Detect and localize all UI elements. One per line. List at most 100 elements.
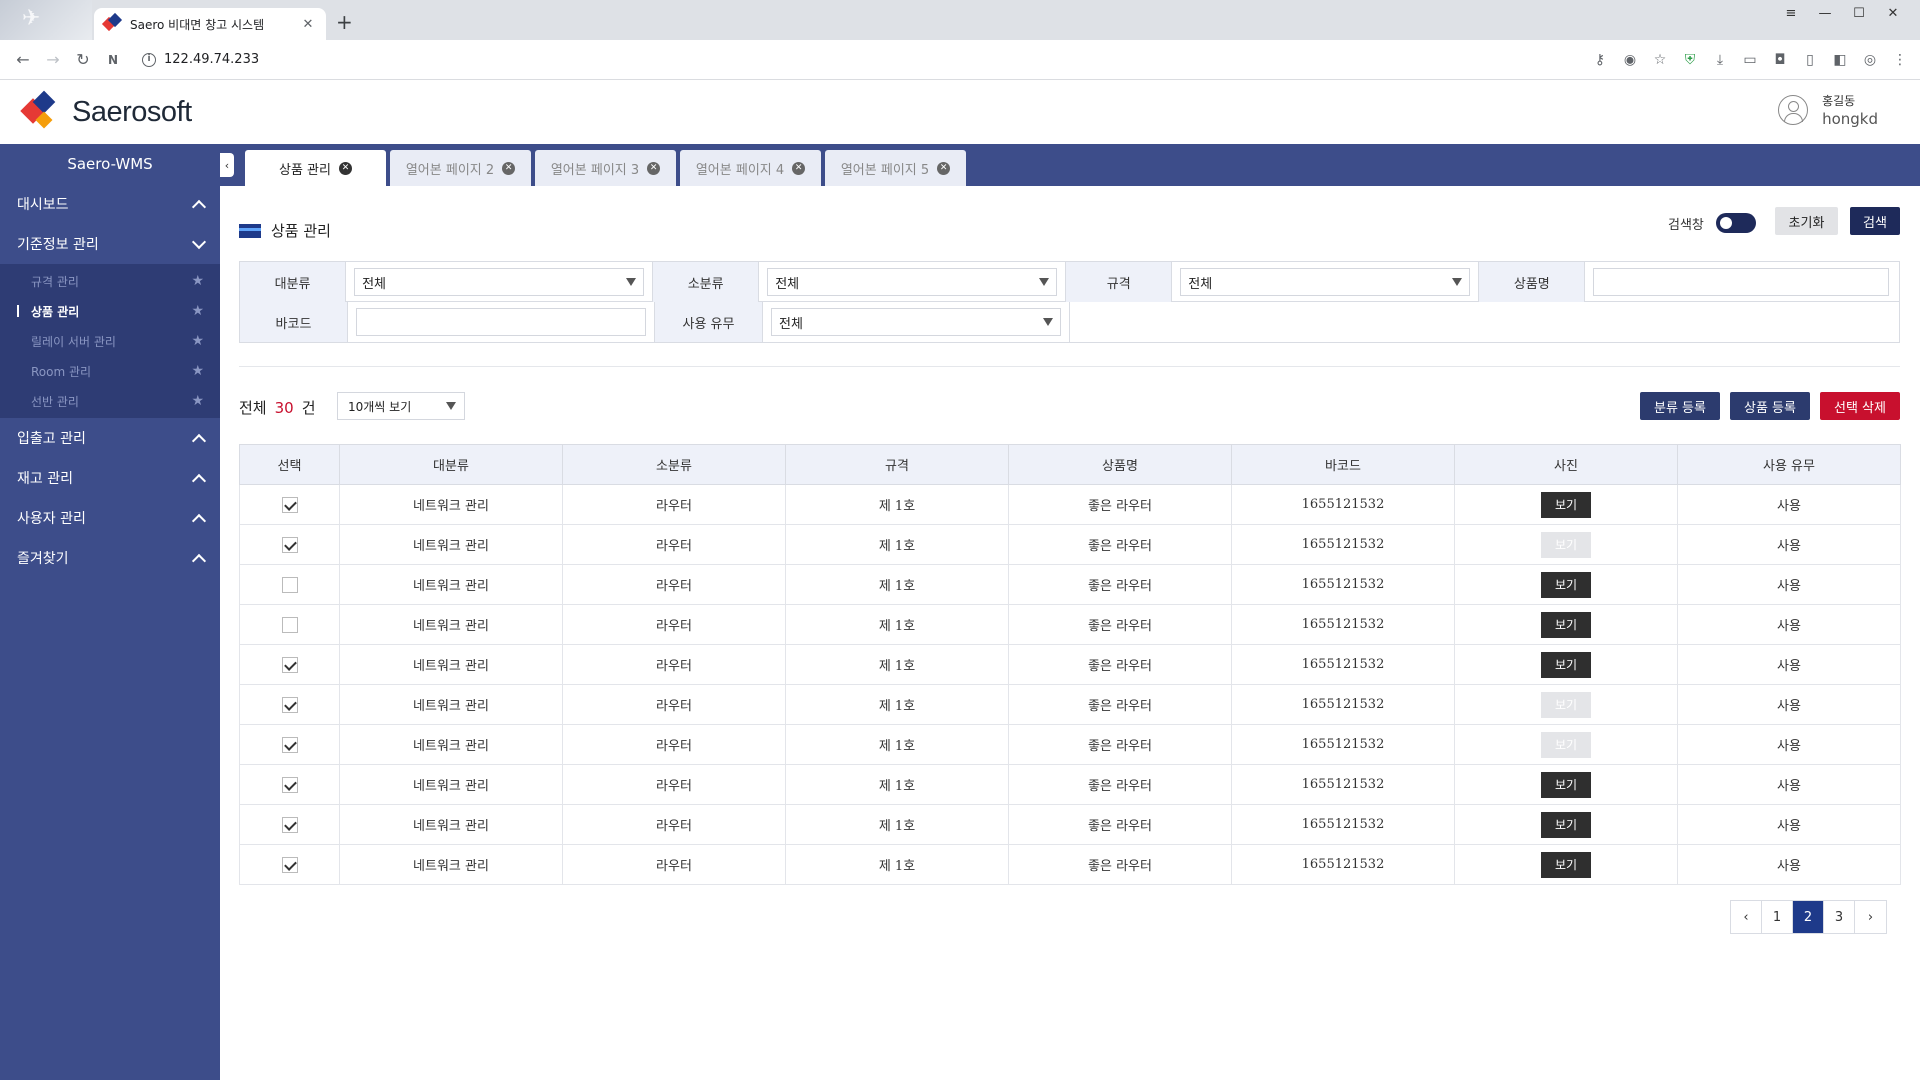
sidebar-item-inout[interactable]: 입출고 관리 [0, 418, 220, 458]
forward-icon[interactable]: → [38, 50, 68, 69]
close-tab-icon[interactable]: ✕ [502, 161, 516, 175]
tab-opened-page-4[interactable]: 열어본 페이지 4 ✕ [680, 150, 821, 186]
row-checkbox[interactable] [281, 696, 298, 713]
close-tab-icon[interactable]: ✕ [937, 161, 951, 175]
category-select[interactable]: 전체 [354, 268, 645, 296]
table-row[interactable]: 네트워크 관리 라우터 제 1호 좋은 라우터 1655121532 보기 사용 [239, 684, 1901, 725]
search-button[interactable]: 검색 [1850, 207, 1900, 235]
table-row[interactable]: 네트워크 관리 라우터 제 1호 좋은 라우터 1655121532 보기 사용 [239, 844, 1901, 885]
subcategory-select[interactable]: 전체 [767, 268, 1058, 296]
tab-product-management[interactable]: 상품 관리 ✕ [245, 150, 386, 186]
row-checkbox[interactable] [281, 856, 298, 873]
logo[interactable]: Saerosoft [20, 90, 192, 132]
tab-opened-page-5[interactable]: 열어본 페이지 5 ✕ [825, 150, 966, 186]
sidebar-item-favorites[interactable]: 즐겨찾기 [0, 538, 220, 578]
reset-button[interactable]: 초기화 [1775, 207, 1838, 235]
column-header-usage[interactable]: 사용 유무 [1677, 444, 1901, 485]
bookmark-star-icon[interactable]: ☆ [1652, 52, 1668, 68]
delete-selected-button[interactable]: 선택 삭제 [1820, 392, 1900, 420]
close-tab-icon[interactable]: ✕ [647, 161, 661, 175]
sidebar-collapse-button[interactable]: ‹ [220, 153, 234, 177]
back-icon[interactable]: ← [8, 50, 38, 69]
row-checkbox[interactable] [281, 656, 298, 673]
row-checkbox[interactable] [281, 776, 298, 793]
table-row[interactable]: 네트워크 관리 라우터 제 1호 좋은 라우터 1655121532 보기 사용 [239, 484, 1901, 525]
star-icon[interactable]: ★ [191, 273, 204, 289]
star-icon[interactable]: ★ [191, 393, 204, 409]
maximize-icon[interactable]: ☐ [1842, 2, 1876, 24]
view-photo-button[interactable]: 보기 [1541, 491, 1591, 518]
column-header-category[interactable]: 대분류 [339, 444, 563, 485]
column-header-spec[interactable]: 규격 [785, 444, 1009, 485]
reader-icon[interactable]: N [98, 53, 128, 67]
sidebar-subitem-room[interactable]: Room 관리 ★ [0, 356, 220, 386]
close-window-icon[interactable]: ✕ [1876, 2, 1910, 24]
inactive-browser-tab[interactable]: ✈ [0, 0, 92, 40]
profile-icon[interactable]: ◎ [1862, 52, 1878, 68]
reload-icon[interactable]: ↻ [68, 50, 98, 69]
download-icon[interactable]: ⤓ [1712, 52, 1728, 68]
spec-select[interactable]: 전체 [1180, 268, 1471, 296]
page-button-3[interactable]: 3 [1824, 901, 1855, 933]
view-photo-button[interactable]: 보기 [1541, 571, 1591, 598]
column-header-barcode[interactable]: 바코드 [1231, 444, 1455, 485]
product-name-input[interactable] [1593, 268, 1890, 296]
row-checkbox[interactable] [281, 576, 298, 593]
tab-opened-page-3[interactable]: 열어본 페이지 3 ✕ [535, 150, 676, 186]
tab-opened-page-2[interactable]: 열어본 페이지 2 ✕ [390, 150, 531, 186]
key-icon[interactable]: ⚷ [1592, 52, 1608, 68]
view-photo-button[interactable]: 보기 [1541, 851, 1591, 878]
table-row[interactable]: 네트워크 관리 라우터 제 1호 좋은 라우터 1655121532 보기 사용 [239, 524, 1901, 565]
star-icon[interactable]: ★ [191, 303, 204, 319]
shield-icon[interactable]: ⛨ [1682, 52, 1698, 68]
page-button-1[interactable]: 1 [1762, 901, 1793, 933]
browser-tab-active[interactable]: Saero 비대면 창고 시스템 ✕ [94, 8, 326, 40]
table-row[interactable]: 네트워크 관리 라우터 제 1호 좋은 라우터 1655121532 보기 사용 [239, 644, 1901, 685]
extension-icon[interactable]: ◉ [1622, 52, 1638, 68]
table-row[interactable]: 네트워크 관리 라우터 제 1호 좋은 라우터 1655121532 보기 사용 [239, 764, 1901, 805]
view-photo-button[interactable]: 보기 [1541, 611, 1591, 638]
add-product-button[interactable]: 상품 등록 [1730, 392, 1810, 420]
tab-search-icon[interactable]: ≡ [1774, 2, 1808, 24]
view-photo-button[interactable]: 보기 [1541, 771, 1591, 798]
page-button-2[interactable]: 2 [1793, 901, 1824, 933]
reading-list-icon[interactable]: ▯ [1802, 52, 1818, 68]
add-category-button[interactable]: 분류 등록 [1640, 392, 1720, 420]
view-photo-button[interactable]: 보기 [1541, 651, 1591, 678]
close-tab-icon[interactable]: ✕ [792, 161, 806, 175]
row-checkbox[interactable] [281, 616, 298, 633]
row-checkbox[interactable] [281, 496, 298, 513]
minimize-icon[interactable]: — [1808, 2, 1842, 24]
prev-page-button[interactable]: ‹ [1731, 901, 1762, 933]
column-header-product-name[interactable]: 상품명 [1008, 444, 1232, 485]
usage-select[interactable]: 전체 [771, 308, 1061, 336]
column-header-subcategory[interactable]: 소분류 [562, 444, 786, 485]
table-row[interactable]: 네트워크 관리 라우터 제 1호 좋은 라우터 1655121532 보기 사용 [239, 804, 1901, 845]
table-row[interactable]: 네트워크 관리 라우터 제 1호 좋은 라우터 1655121532 보기 사용 [239, 564, 1901, 605]
row-checkbox[interactable] [281, 536, 298, 553]
url-field[interactable]: i 122.49.74.233 [142, 52, 259, 67]
new-tab-button[interactable]: + [336, 12, 353, 32]
table-row[interactable]: 네트워크 관리 라우터 제 1호 좋은 라우터 1655121532 보기 사용 [239, 604, 1901, 645]
close-tab-icon[interactable]: ✕ [300, 17, 316, 32]
sidebar-item-users[interactable]: 사용자 관리 [0, 498, 220, 538]
camera-icon[interactable]: ▭ [1742, 52, 1758, 68]
menu-dots-icon[interactable]: ⋮ [1892, 52, 1908, 68]
barcode-input[interactable] [356, 308, 646, 336]
sidebar-item-master-data[interactable]: 기준정보 관리 [0, 224, 220, 264]
site-info-icon[interactable]: i [142, 52, 156, 67]
sidebar-subitem-shelf[interactable]: 선반 관리 ★ [0, 386, 220, 416]
table-row[interactable]: 네트워크 관리 라우터 제 1호 좋은 라우터 1655121532 보기 사용 [239, 724, 1901, 765]
screenshot-icon[interactable]: ◘ [1772, 52, 1788, 68]
sidebar-subitem-products[interactable]: 상품 관리 ★ [0, 296, 220, 326]
close-tab-icon[interactable]: ✕ [338, 161, 352, 175]
sidebar-subitem-spec[interactable]: 규격 관리 ★ [0, 266, 220, 296]
star-icon[interactable]: ★ [191, 363, 204, 379]
view-photo-button[interactable]: 보기 [1541, 811, 1591, 838]
sidebar-item-inventory[interactable]: 재고 관리 [0, 458, 220, 498]
sidebar-subitem-relay-server[interactable]: 릴레이 서버 관리 ★ [0, 326, 220, 356]
sidebar-item-dashboard[interactable]: 대시보드 [0, 184, 220, 224]
page-size-select[interactable]: 10개씩 보기 [337, 392, 465, 420]
star-icon[interactable]: ★ [191, 333, 204, 349]
search-toggle-switch[interactable] [1715, 213, 1756, 233]
